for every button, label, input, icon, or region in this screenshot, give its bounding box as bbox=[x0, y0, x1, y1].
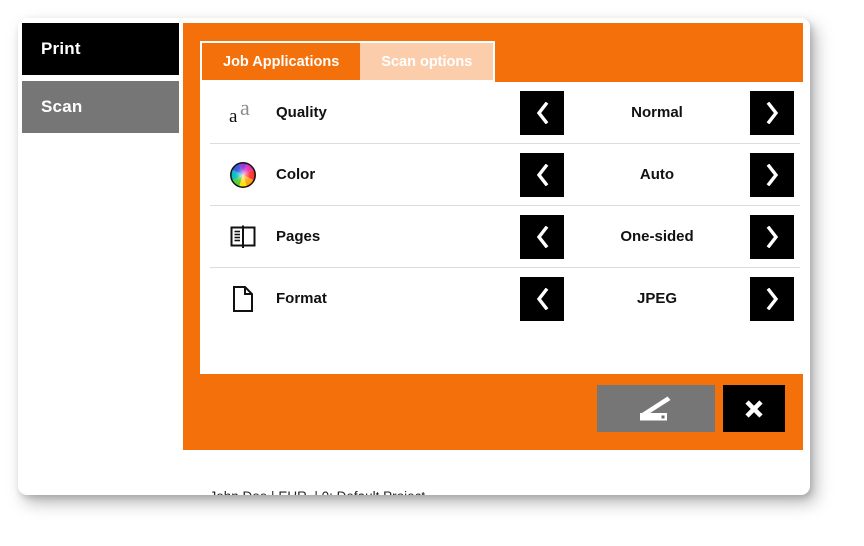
pages-next-button[interactable] bbox=[750, 214, 794, 259]
option-label-pages: Pages bbox=[276, 228, 321, 245]
start-scan-button[interactable] bbox=[597, 385, 715, 432]
color-wheel-icon bbox=[220, 161, 266, 188]
close-x-icon bbox=[745, 399, 763, 418]
cancel-button[interactable] bbox=[723, 385, 785, 432]
chevron-right-icon bbox=[766, 163, 778, 186]
color-next-button[interactable] bbox=[750, 152, 794, 197]
chevron-right-icon bbox=[766, 101, 778, 124]
action-bar bbox=[597, 385, 785, 432]
color-prev-button[interactable] bbox=[520, 152, 564, 197]
option-label-color: Color bbox=[276, 166, 316, 183]
options-list: a a Quality Normal Color Auto Pages One-… bbox=[200, 82, 810, 374]
document-page-icon bbox=[220, 285, 266, 313]
tab-strip: Job Applications Scan options bbox=[200, 41, 496, 82]
screen: Print Scan Job Applications Scan options bbox=[0, 0, 864, 546]
format-prev-button[interactable] bbox=[520, 276, 564, 321]
chevron-left-icon bbox=[536, 163, 548, 186]
tab-job-applications-label: Job Applications bbox=[223, 53, 340, 70]
option-value-color: Auto bbox=[639, 166, 675, 183]
option-label-quality: Quality bbox=[276, 104, 327, 121]
tab-scan-options[interactable]: Scan options bbox=[360, 41, 496, 82]
chevron-right-icon bbox=[766, 287, 778, 310]
chevron-left-icon bbox=[536, 101, 548, 124]
scanner-icon bbox=[640, 396, 671, 420]
option-row-quality: a a Quality Normal bbox=[210, 82, 800, 144]
scan-settings-panel: Job Applications Scan options a a Qualit… bbox=[183, 23, 810, 450]
sidebar-item-print[interactable]: Print bbox=[22, 23, 179, 75]
option-value-format: JPEG bbox=[636, 290, 678, 307]
tab-scan-options-label: Scan options bbox=[381, 53, 473, 70]
status-bar-text: John Doe | EUR | 0: Default Project bbox=[210, 489, 426, 495]
option-row-pages: Pages One-sided bbox=[210, 206, 800, 268]
chevron-left-icon bbox=[536, 225, 548, 248]
option-value-quality: Normal bbox=[631, 104, 683, 121]
option-row-color: Color Auto bbox=[210, 144, 800, 206]
sidebar: Print Scan bbox=[22, 23, 179, 133]
sidebar-item-scan-label: Scan bbox=[41, 97, 83, 116]
format-next-button[interactable] bbox=[750, 276, 794, 321]
quality-next-button[interactable] bbox=[750, 90, 794, 135]
status-bar: John Doe | EUR | 0: Default Project bbox=[187, 474, 426, 495]
option-value-pages: One-sided bbox=[620, 228, 694, 245]
chevron-right-icon bbox=[766, 225, 778, 248]
option-label-format: Format bbox=[276, 290, 327, 307]
pages-prev-button[interactable] bbox=[520, 214, 564, 259]
sidebar-item-scan[interactable]: Scan bbox=[22, 81, 179, 133]
pages-book-icon bbox=[220, 224, 266, 250]
tab-job-applications[interactable]: Job Applications bbox=[200, 41, 361, 82]
chevron-left-icon bbox=[536, 287, 548, 310]
application-window: Print Scan Job Applications Scan options bbox=[18, 18, 810, 495]
quality-prev-button[interactable] bbox=[520, 90, 564, 135]
sidebar-item-print-label: Print bbox=[41, 39, 81, 58]
text-quality-icon: a a bbox=[229, 94, 250, 127]
option-row-format: Format JPEG bbox=[210, 268, 800, 329]
